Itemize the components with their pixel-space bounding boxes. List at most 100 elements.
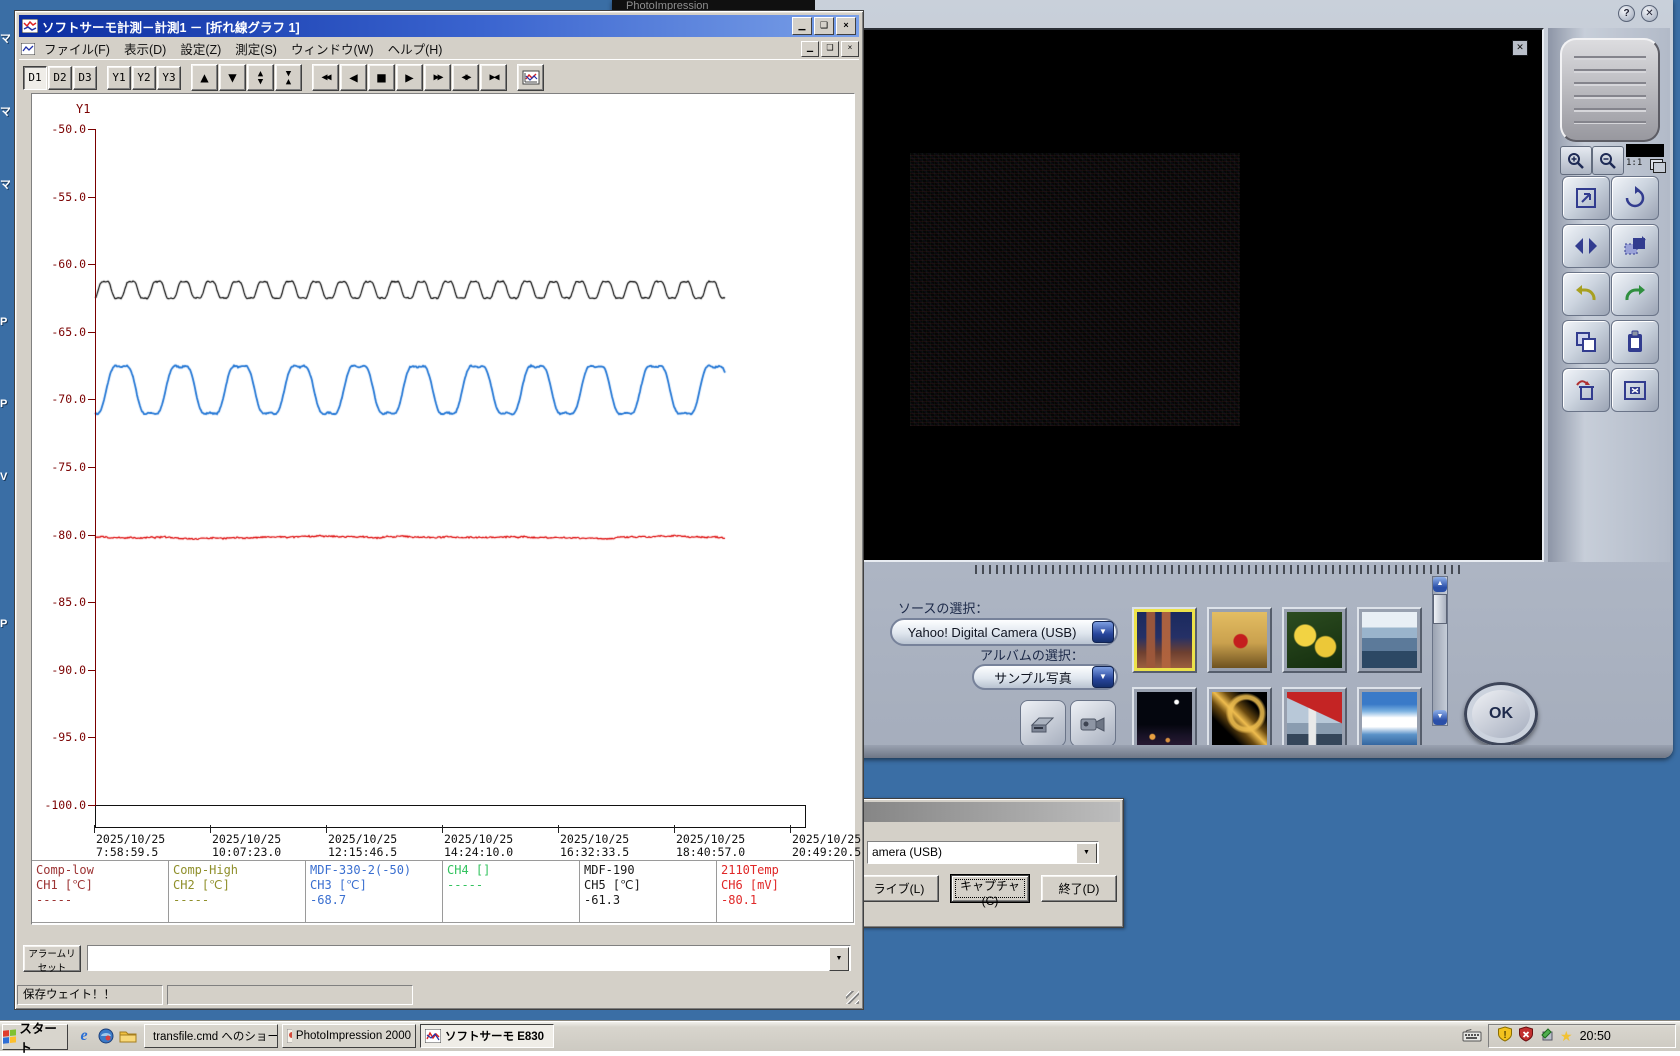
menu-item-3[interactable]: 測定(S) xyxy=(228,37,284,60)
d3-button[interactable]: D3 xyxy=(73,66,97,90)
keyboard-icon[interactable] xyxy=(1462,1028,1482,1047)
help-button[interactable]: ? xyxy=(1618,5,1635,22)
resize-grip[interactable] xyxy=(846,991,859,1004)
shield-error-icon[interactable] xyxy=(1518,1026,1534,1047)
zoom-out-button[interactable] xyxy=(1592,146,1624,175)
thumbnail-night-city[interactable] xyxy=(1132,687,1197,753)
exit-button[interactable]: 終了(D) xyxy=(1041,875,1117,902)
close-button[interactable]: ✕ xyxy=(1641,5,1658,22)
scale-down-button[interactable]: ▼ xyxy=(219,64,246,91)
menu-item-0[interactable]: ファイル(F) xyxy=(37,37,117,60)
undo-button[interactable] xyxy=(1562,272,1610,316)
y3-button[interactable]: Y3 xyxy=(157,66,181,90)
album-select-dropdown[interactable]: サンプル写真 ▼ xyxy=(972,664,1118,690)
close-button[interactable]: × xyxy=(836,17,856,35)
zoom-in-button[interactable] xyxy=(1560,146,1592,175)
expand-vertical-button[interactable]: ▲ ▼ xyxy=(247,64,274,91)
frame-close-button[interactable] xyxy=(1611,368,1659,412)
thumbnail-cardinal-bird[interactable] xyxy=(1207,607,1272,673)
alarm-reset-button[interactable]: アラームリセット xyxy=(23,945,81,972)
graph-settings-button[interactable] xyxy=(517,64,544,91)
folder-icon[interactable] xyxy=(118,1026,138,1046)
menu-item-1[interactable]: 表示(D) xyxy=(117,37,173,60)
camera-source-combobox[interactable]: amera (USB) ▼ xyxy=(867,841,1099,864)
menu-item-5[interactable]: ヘルプ(H) xyxy=(381,37,450,60)
mdi-child-icon[interactable] xyxy=(21,43,35,55)
scroll-pad[interactable] xyxy=(1560,38,1660,142)
preview-close-icon[interactable]: ✕ xyxy=(1512,40,1528,56)
thumbnail-light-spiral[interactable] xyxy=(1207,687,1272,753)
d2-button[interactable]: D2 xyxy=(48,66,72,90)
titlebar[interactable]: ソフトサーモ計測－計測1 － [折れ線グラフ 1] ▁ ❑ × xyxy=(19,15,859,37)
updates-icon[interactable] xyxy=(1539,1026,1555,1047)
fast-rewind-button[interactable]: ◀◀ xyxy=(312,64,339,91)
crop-move-button[interactable] xyxy=(1611,224,1659,268)
message-combobox[interactable]: ▼ xyxy=(87,945,851,971)
cascade-icon[interactable] xyxy=(1650,159,1663,170)
d1-button[interactable]: D1 xyxy=(23,66,47,90)
copy-button[interactable] xyxy=(1562,320,1610,364)
desktop-icon-label-fragment[interactable]: P xyxy=(0,398,10,410)
desktop-icon-label-fragment[interactable]: P xyxy=(0,316,10,328)
task-button-cmd[interactable]: C:\transfile.cmd へのショート... xyxy=(144,1024,278,1048)
redo-button[interactable] xyxy=(1611,272,1659,316)
thumbnail-harbor-boats[interactable] xyxy=(1357,607,1422,673)
legend-cell: Comp-HighCH2 [℃]----- xyxy=(169,861,306,922)
desktop-icon-label-fragment[interactable]: V xyxy=(0,471,10,483)
restore-button[interactable]: ❑ xyxy=(814,17,834,35)
thumbnail-sky-clouds[interactable] xyxy=(1357,687,1422,753)
paste-button[interactable] xyxy=(1611,320,1659,364)
thumbnail-yellow-flowers[interactable] xyxy=(1282,607,1347,673)
compress-vertical-button[interactable]: ▼ ▲ xyxy=(275,64,302,91)
rotate-button[interactable] xyxy=(1611,176,1659,220)
y1-button[interactable]: Y1 xyxy=(107,66,131,90)
source-select-dropdown[interactable]: Yahoo! Digital Camera (USB) ▼ xyxy=(890,618,1118,646)
resize-button[interactable] xyxy=(1562,176,1610,220)
delete-button[interactable] xyxy=(1562,368,1610,412)
desktop-icon-label-fragment[interactable]: マ xyxy=(0,176,10,192)
menu-item-4[interactable]: ウィンドウ(W) xyxy=(284,37,381,60)
flip-horizontal-button[interactable] xyxy=(1562,224,1610,268)
step-forward-button[interactable]: ▶ xyxy=(396,64,423,91)
scale-up-button[interactable]: ▲ xyxy=(191,64,218,91)
desktop-icon-label-fragment[interactable]: マ xyxy=(0,30,10,46)
zoom-ratio-label[interactable]: 1:1 xyxy=(1626,158,1642,168)
y2-button[interactable]: Y2 xyxy=(132,66,156,90)
x-tick-mark xyxy=(558,825,559,833)
chevron-down-icon[interactable]: ▼ xyxy=(1092,666,1114,688)
scanner-button[interactable] xyxy=(1020,700,1066,747)
dialog-titlebar[interactable] xyxy=(832,802,1120,822)
mdi-close-button[interactable]: × xyxy=(841,41,859,57)
star-icon[interactable]: ★ xyxy=(1560,1029,1573,1043)
thumbnail-scrollbar[interactable]: ▲ ▼ xyxy=(1432,576,1448,726)
app-icon[interactable] xyxy=(96,1026,116,1046)
scroll-up-icon[interactable]: ▲ xyxy=(1433,577,1447,592)
fast-forward-button[interactable]: ▶▶ xyxy=(424,64,451,91)
chevron-down-icon[interactable]: ▼ xyxy=(1092,621,1114,643)
task-button-photoimpression[interactable]: PhotoImpression 2000 xyxy=(282,1024,416,1048)
live-button[interactable]: ライブ(L) xyxy=(859,875,939,902)
shield-warning-icon[interactable]: ! xyxy=(1497,1026,1513,1047)
menu-item-2[interactable]: 設定(Z) xyxy=(173,37,228,60)
expand-horizontal-button[interactable]: ◀▶ xyxy=(452,64,479,91)
minimize-button[interactable]: ▁ xyxy=(792,17,812,35)
scrollbar-thumb[interactable] xyxy=(1433,594,1447,624)
capture-button[interactable]: キャプチャ(C) xyxy=(951,875,1029,902)
scroll-down-icon[interactable]: ▼ xyxy=(1433,710,1447,725)
desktop-icon-label-fragment[interactable]: マ xyxy=(0,103,10,119)
ok-button[interactable]: OK xyxy=(1464,682,1538,746)
chevron-down-icon[interactable]: ▼ xyxy=(829,947,849,971)
chevron-down-icon[interactable]: ▼ xyxy=(1076,843,1097,864)
step-back-button[interactable]: ◀ xyxy=(340,64,367,91)
thumbnail-ship-lighthouse[interactable] xyxy=(1282,687,1347,753)
video-camera-button[interactable] xyxy=(1070,700,1116,747)
desktop-icon-label-fragment[interactable]: P xyxy=(0,618,10,630)
mdi-restore-button[interactable]: ❑ xyxy=(821,41,839,57)
thumbnail-canyon-spires[interactable] xyxy=(1132,607,1197,673)
stop-button[interactable]: ■ xyxy=(368,64,395,91)
mdi-minimize-button[interactable]: ▁ xyxy=(801,41,819,57)
start-button[interactable]: スタート xyxy=(2,1024,68,1050)
internet-explorer-icon[interactable]: e xyxy=(74,1026,94,1046)
task-button-softthermo[interactable]: ソフトサーモ E830 xyxy=(420,1024,554,1048)
compress-horizontal-button[interactable]: ▶◀ xyxy=(480,64,507,91)
